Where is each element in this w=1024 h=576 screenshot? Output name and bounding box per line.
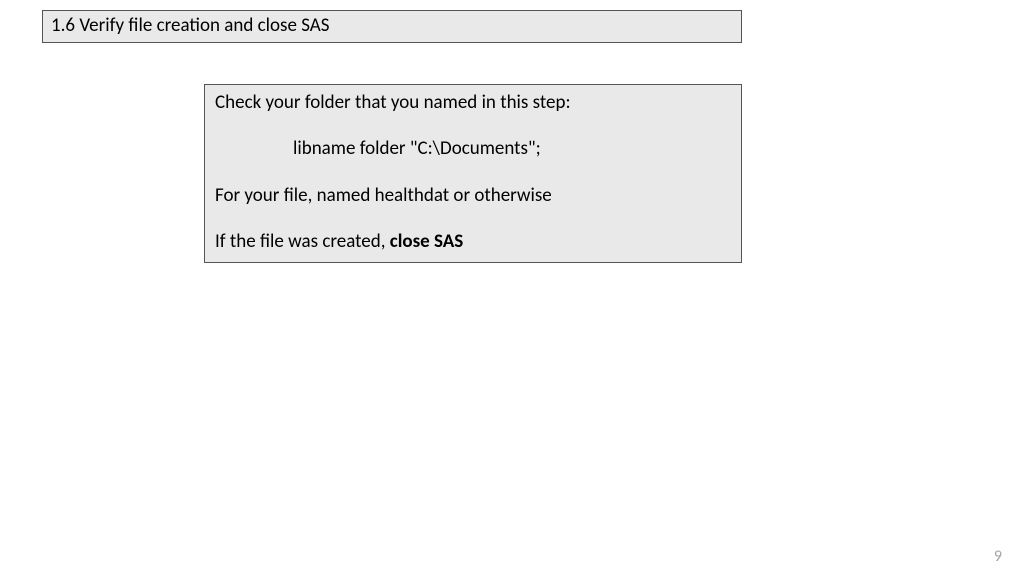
instruction-box: Check your folder that you named in this… — [204, 84, 742, 263]
instruction-line-2: For your file, named healthdat or otherw… — [215, 184, 731, 208]
section-header-text: 1.6 Verify file creation and close SAS — [51, 14, 330, 37]
instruction-line-3-bold: close SAS — [390, 230, 464, 253]
instruction-line-3: If the file was created, close SAS — [215, 230, 731, 254]
instruction-line-1: Check your folder that you named in this… — [215, 91, 731, 115]
code-sample-line: libname folder "C:\Documents"; — [215, 137, 731, 161]
page-number: 9 — [994, 547, 1002, 566]
section-header-box: 1.6 Verify file creation and close SAS — [42, 10, 742, 43]
instruction-line-3-prefix: If the file was created, — [215, 230, 390, 253]
